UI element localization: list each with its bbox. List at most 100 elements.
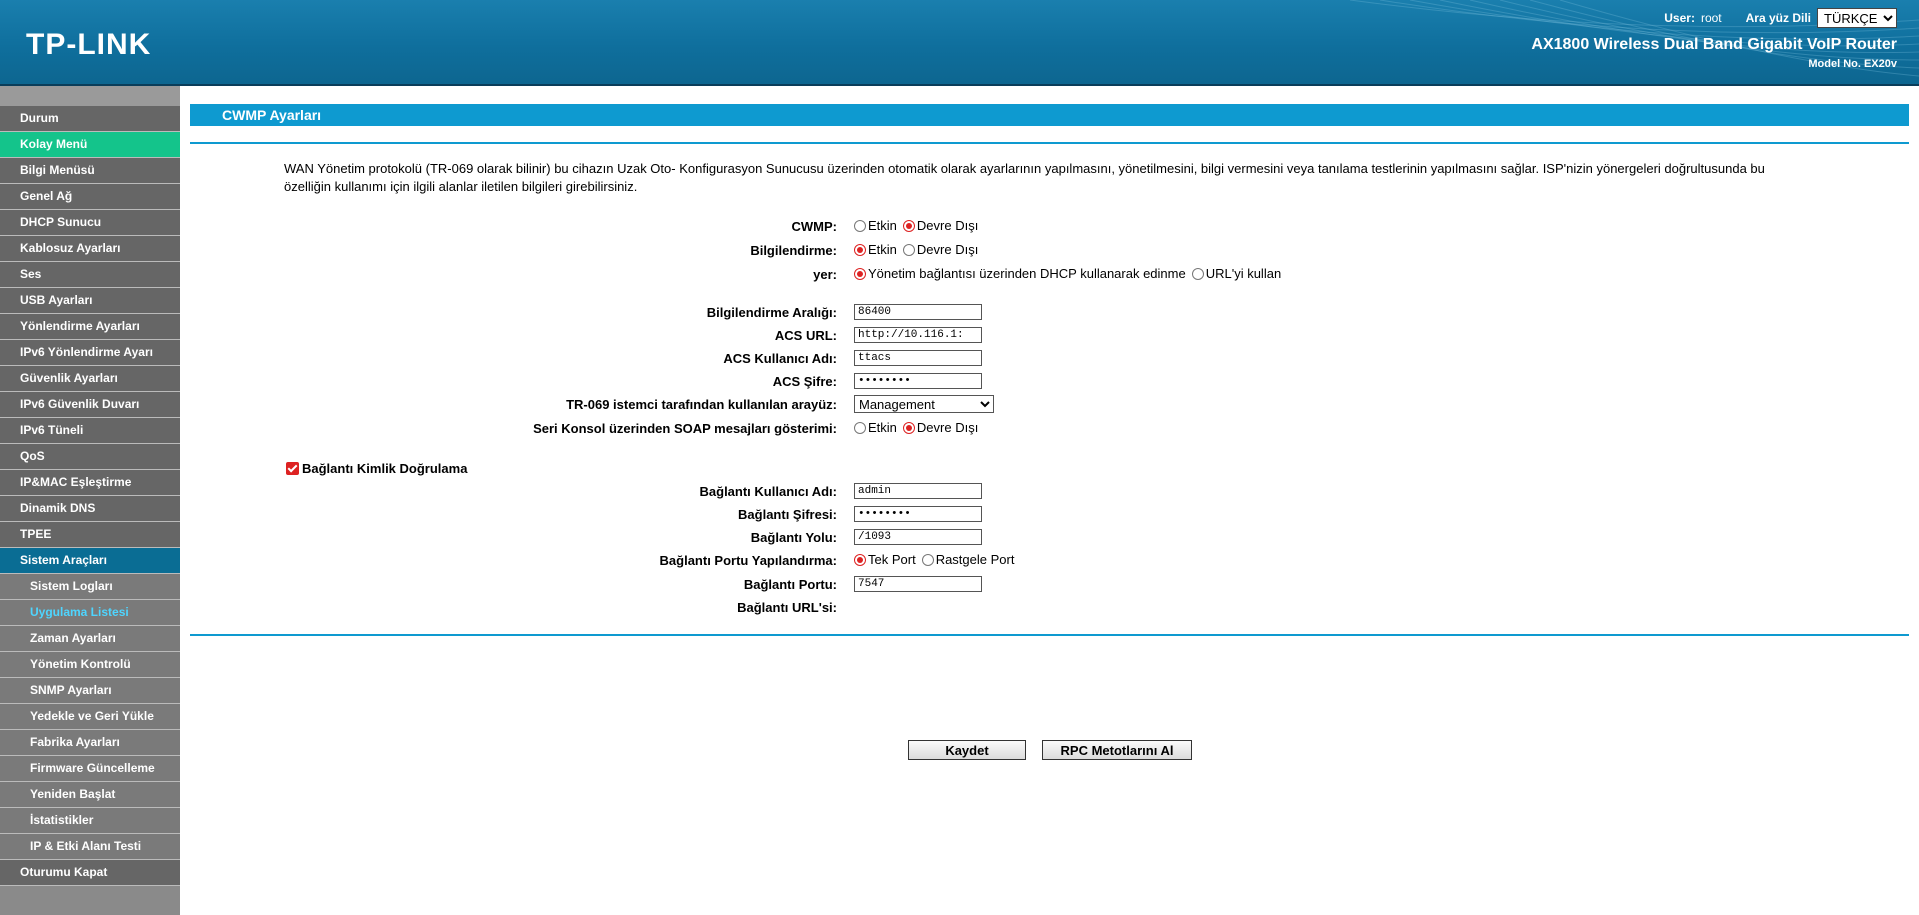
sidebar-item-oturumu-kapat[interactable]: Oturumu Kapat [0,860,180,886]
sidebar-item-ipv6-guvenlik-duvari[interactable]: IPv6 Güvenlik Duvarı [0,392,180,418]
connection-auth-checkbox[interactable] [286,462,299,475]
language-label: Ara yüz Dili [1745,11,1811,25]
cwmp-disable-radio[interactable] [902,219,915,232]
soap-enable-option[interactable]: Etkin [854,420,897,435]
inform-radio-group: Etkin Devre Dışı [854,242,984,257]
cwmp-enable-text: Etkin [868,218,897,233]
soap-disable-option[interactable]: Devre Dışı [902,420,979,435]
location-dhcp-text: Yönetim bağlantısı üzerinden DHCP kullan… [868,266,1186,281]
sidebar-item-yedekle-geri-yukle[interactable]: Yedekle ve Geri Yükle [0,704,180,730]
sidebar-item-ses[interactable]: Ses [0,262,180,288]
acs-url-input[interactable]: http://10.116.1: [854,327,982,343]
random-port-radio[interactable] [921,553,934,566]
cwmp-disable-option[interactable]: Devre Dışı [902,218,979,233]
conn-password-input[interactable]: •••••••• [854,506,982,522]
location-dhcp-radio[interactable] [854,267,866,280]
sidebar-top-spacer [0,86,180,106]
conn-path-input[interactable]: /1093 [854,529,982,545]
save-button[interactable]: Kaydet [908,740,1026,760]
conn-username-input[interactable]: admin [854,483,982,499]
connection-auth-toggle[interactable]: Bağlantı Kimlik Doğrulama [286,461,467,476]
sidebar-item-durum[interactable]: Durum [0,106,180,132]
sidebar-item-sistem-araclari[interactable]: Sistem Araçları [0,548,180,574]
page-description: WAN Yönetim protokolü (TR-069 olarak bil… [284,161,1765,194]
sidebar-item-fabrika-ayarlari[interactable]: Fabrika Ayarları [0,730,180,756]
sidebar-item-tpee[interactable]: TPEE [0,522,180,548]
conn-url-label: Bağlantı URL'si: [737,600,837,615]
conn-port-config-radio-group: Tek Port Rastgele Port [854,552,1020,567]
sidebar-item-ip-mac-esleme[interactable]: IP&MAC Eşleştirme [0,470,180,496]
sidebar-item-qos[interactable]: QoS [0,444,180,470]
sidebar-item-guvenlik-ayarlari[interactable]: Güvenlik Ayarları [0,366,180,392]
conn-port-config-label: Bağlantı Portu Yapılandırma: [659,553,837,568]
inform-interval-input[interactable]: 86400 [854,304,982,320]
location-radio-group: Yönetim bağlantısı üzerinden DHCP kullan… [854,266,1287,281]
acs-url-label: ACS URL: [774,328,837,343]
conn-port-label: Bağlantı Portu: [743,577,837,592]
acs-username-input[interactable]: ttacs [854,350,982,366]
page-title: CWMP Ayarları [190,104,1909,126]
acs-username-label: ACS Kullanıcı Adı: [723,351,837,366]
location-dhcp-option[interactable]: Yönetim bağlantısı üzerinden DHCP kullan… [854,266,1186,281]
cwmp-enable-option[interactable]: Etkin [854,218,897,233]
language-select[interactable]: TÜRKÇE [1817,8,1897,28]
inform-enable-text: Etkin [868,242,897,257]
cwmp-enable-radio[interactable] [854,219,866,232]
inform-enable-option[interactable]: Etkin [854,242,897,257]
main-content: CWMP Ayarları WAN Yönetim protokolü (TR-… [180,86,1919,915]
form-divider [190,634,1909,636]
sidebar-item-firmware-guncelleme[interactable]: Firmware Güncelleme [0,756,180,782]
sidebar-item-ip-etki-alani-testi[interactable]: IP & Etki Alanı Testi [0,834,180,860]
sidebar-item-usb-ayarlari[interactable]: USB Ayarları [0,288,180,314]
sidebar-item-kablosuz-ayarlari[interactable]: Kablosuz Ayarları [0,236,180,262]
soap-label: Seri Konsol üzerinden SOAP mesajları gös… [533,421,837,436]
sidebar-item-yonetim-kontrolu[interactable]: Yönetim Kontrolü [0,652,180,678]
user-bar: User: root Ara yüz Dili TÜRKÇE [1664,8,1897,28]
inform-enable-radio[interactable] [854,243,866,256]
sidebar-item-dhcp-sunucu[interactable]: DHCP Sunucu [0,210,180,236]
tp-link-logo: TP-LINK [26,28,152,61]
conn-username-label: Bağlantı Kullanıcı Adı: [699,484,837,499]
random-port-option[interactable]: Rastgele Port [921,552,1015,567]
single-port-option[interactable]: Tek Port [854,552,916,567]
soap-disable-radio[interactable] [902,421,915,434]
random-port-text: Rastgele Port [935,552,1015,567]
cwmp-radio-group: Etkin Devre Dışı [854,218,984,233]
location-url-radio[interactable] [1191,267,1204,280]
sidebar-item-kolay-menu[interactable]: Kolay Menü [0,132,180,158]
soap-enable-radio[interactable] [854,421,866,434]
sidebar-item-zaman-ayarlari[interactable]: Zaman Ayarları [0,626,180,652]
sidebar-item-snmp-ayarlari[interactable]: SNMP Ayarları [0,678,180,704]
sidebar-item-istatistikler[interactable]: İstatistikler [0,808,180,834]
interface-select[interactable]: Management [854,395,994,413]
conn-port-input[interactable]: 7547 [854,576,982,592]
sidebar-item-ipv6-yonlendirme[interactable]: IPv6 Yönlendirme Ayarı [0,340,180,366]
model-number: Model No. EX20v [1808,58,1897,70]
connection-auth-label: Bağlantı Kimlik Doğrulama [302,461,468,476]
inform-disable-option[interactable]: Devre Dışı [902,242,979,257]
sidebar-item-yonlendirme-ayarlari[interactable]: Yönlendirme Ayarları [0,314,180,340]
inform-disable-text: Devre Dışı [916,242,979,257]
sidebar-item-genel-ag[interactable]: Genel Ağ [0,184,180,210]
sidebar-item-uygulama-listesi[interactable]: Uygulama Listesi [0,600,180,626]
conn-password-label: Bağlantı Şifresi: [738,507,837,522]
product-name: AX1800 Wireless Dual Band Gigabit VoIP R… [1531,36,1897,53]
sidebar-item-dinamik-dns[interactable]: Dinamik DNS [0,496,180,522]
sidebar-item-yeniden-baslat[interactable]: Yeniden Başlat [0,782,180,808]
sidebar-item-bilgi-menusu[interactable]: Bilgi Menüsü [0,158,180,184]
soap-disable-text: Devre Dışı [916,420,979,435]
acs-password-input[interactable]: •••••••• [854,373,982,389]
user-value: root [1700,11,1722,25]
user-label: User: [1664,11,1695,25]
cwmp-disable-text: Devre Dışı [916,218,979,233]
inform-disable-radio[interactable] [902,243,915,256]
title-divider [190,142,1909,144]
soap-enable-text: Etkin [868,420,897,435]
single-port-radio[interactable] [854,553,866,566]
rpc-methods-button[interactable]: RPC Metotlarını Al [1042,740,1192,760]
location-url-text: URL'yi kullan [1205,266,1282,281]
location-url-option[interactable]: URL'yi kullan [1191,266,1282,281]
sidebar-item-sistem-loglari[interactable]: Sistem Logları [0,574,180,600]
sidebar-item-ipv6-tuneli[interactable]: IPv6 Tüneli [0,418,180,444]
conn-path-label: Bağlantı Yolu: [750,530,837,545]
